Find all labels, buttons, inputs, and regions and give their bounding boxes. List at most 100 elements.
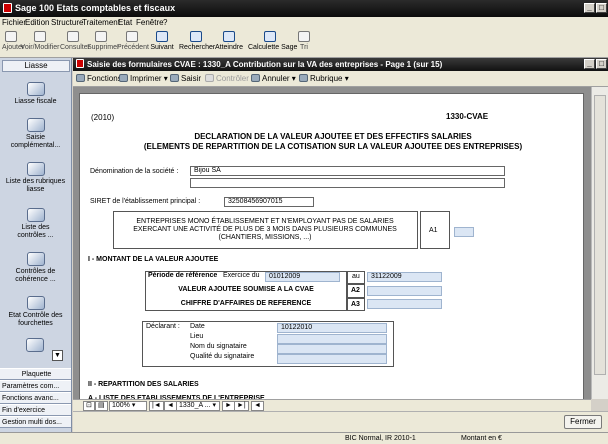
- fermer-button[interactable]: Fermer: [564, 415, 602, 429]
- nom-field[interactable]: [277, 344, 387, 354]
- pencil-icon: [170, 74, 179, 82]
- undo-icon: [251, 74, 260, 82]
- arrow-right-icon: [156, 31, 168, 42]
- precedent-button[interactable]: Précédent: [117, 31, 149, 51]
- menu-structure[interactable]: Structure: [51, 18, 83, 27]
- maximize-icon[interactable]: □: [596, 59, 607, 69]
- page-icon[interactable]: ▤: [95, 401, 108, 411]
- add-icon: [5, 31, 17, 42]
- section1-title: I - MONTANT DE LA VALEUR AJOUTEE: [88, 256, 219, 263]
- sidebar-item-liasse-fiscale[interactable]: Liasse fiscale: [0, 82, 71, 106]
- fonctions-avancees-button[interactable]: Fonctions avanc...: [0, 392, 71, 404]
- denomination-field-2[interactable]: [190, 178, 505, 188]
- minimize-icon[interactable]: _: [584, 59, 595, 69]
- menu-fichier[interactable]: Fichier: [2, 18, 26, 27]
- imprimer-button[interactable]: Imprimer ▾: [119, 74, 168, 83]
- sidebar-item-saisie[interactable]: Saisie complémental...: [0, 118, 71, 150]
- more-icon[interactable]: [26, 338, 44, 352]
- a1-checkbox[interactable]: [454, 227, 474, 237]
- menu-fenetre[interactable]: Fenêtre: [136, 18, 164, 27]
- menu-help[interactable]: ?: [163, 18, 167, 27]
- sidebar-item-coherence[interactable]: Contrôles de cohérence ...: [0, 252, 71, 284]
- a2-code: A2: [351, 287, 360, 294]
- va-field[interactable]: [367, 286, 442, 296]
- document-title: Saisie des formulaires CVAE : 1330_A Con…: [87, 60, 443, 69]
- date-label: Date: [190, 323, 205, 330]
- maximize-icon[interactable]: □: [596, 3, 607, 13]
- qualite-field[interactable]: [277, 354, 387, 364]
- exercice-label: Exercice du: [223, 272, 260, 279]
- voir-modifier-button[interactable]: Voir/Modifier: [20, 31, 60, 51]
- sidebar-item-controles[interactable]: Liste des contrôles ...: [0, 208, 71, 240]
- check-icon: [205, 74, 214, 82]
- menu-etat[interactable]: Etat: [118, 18, 132, 27]
- ca-field[interactable]: [367, 299, 442, 309]
- form-page: (2010) 1330-CVAE DECLARATION DE LA VALEU…: [79, 93, 584, 403]
- parametres-button[interactable]: Paramètres com...: [0, 380, 71, 392]
- tools-icon: [76, 74, 85, 82]
- fin-exercice-button[interactable]: Fin d'exercice: [0, 404, 71, 416]
- document-toolbar: Fonctions ▾ Imprimer ▾ Saisir Contrôler …: [73, 71, 608, 87]
- edit-icon: [34, 31, 46, 42]
- qualite-label: Qualité du signataire: [190, 353, 255, 360]
- minimize-icon[interactable]: _: [584, 3, 595, 13]
- supprimer-button[interactable]: Supprimer: [87, 31, 119, 51]
- calculette-button[interactable]: Calculette Sage: [248, 31, 297, 51]
- first-page-icon[interactable]: |◄: [149, 401, 164, 411]
- menu-traitement[interactable]: Traitement: [82, 18, 120, 27]
- page-navigation-bar: ⊡ ▤ 100% ▾ |◄ ◄ 1330_A ... ▾ ► ►| ◄: [73, 399, 591, 411]
- scrollbar-thumb[interactable]: [594, 95, 606, 375]
- controler-button[interactable]: Contrôler: [205, 74, 249, 83]
- page-select[interactable]: 1330_A ... ▾: [176, 401, 220, 411]
- consulter-button[interactable]: Consulter: [60, 31, 90, 51]
- notice-text: ENTREPRISES MONO ÉTABLISSEMENT ET N'EMPL…: [133, 218, 397, 241]
- ajouter-button[interactable]: Ajouter: [2, 31, 24, 51]
- goto-icon: [223, 31, 235, 42]
- prev-page-icon[interactable]: ◄: [164, 401, 177, 411]
- annuler-button[interactable]: Annuler ▾: [251, 74, 296, 83]
- document-viewport[interactable]: (2010) 1330-CVAE DECLARATION DE LA VALEU…: [73, 87, 591, 403]
- au-label: au: [352, 273, 360, 280]
- siret-field[interactable]: 32508456907015: [224, 197, 314, 207]
- app-titlebar: Sage 100 Etats comptables et fiscaux _ □: [0, 0, 608, 17]
- date-end-field[interactable]: 31122009: [367, 272, 442, 282]
- a3-cell: A3: [347, 298, 365, 311]
- check-icon: [26, 252, 45, 266]
- status-bar: BIC Normal, IR 2010-1 Montant en €: [0, 432, 608, 444]
- lieu-field[interactable]: [277, 334, 387, 344]
- document-titlebar: Saisie des formulaires CVAE : 1330_A Con…: [73, 58, 608, 71]
- sidebar-item-fourchettes[interactable]: Etat Contrôle des fourchettes: [0, 296, 71, 328]
- declarant-date-field[interactable]: 10122010: [277, 323, 387, 333]
- zoom-select[interactable]: 100% ▾: [109, 401, 147, 411]
- au-cell: au: [347, 271, 365, 284]
- last-page-icon[interactable]: ►|: [234, 401, 249, 411]
- rechercher-button[interactable]: Rechercher: [179, 31, 215, 51]
- date-start-field[interactable]: 01012009: [265, 272, 340, 282]
- vertical-scrollbar[interactable]: [591, 87, 608, 399]
- plaquette-button[interactable]: Plaquette: [0, 368, 71, 380]
- sidebar-item-rubriques[interactable]: Liste des rubriques liasse: [0, 162, 71, 194]
- gestion-multi-dossiers-button[interactable]: Gestion multi dos...: [0, 416, 71, 428]
- printer-icon: [119, 74, 128, 82]
- saisir-button[interactable]: Saisir: [170, 74, 201, 83]
- list-icon: [26, 162, 45, 176]
- rubrique-button[interactable]: Rubrique ▾: [299, 74, 349, 83]
- suivant-button[interactable]: Suivant: [149, 31, 175, 51]
- section2-title: II - REPARTITION DES SALARIES: [88, 381, 199, 388]
- sidebar: Liasse Liasse fiscale Saisie complémenta…: [0, 58, 72, 432]
- scroll-left-icon[interactable]: ◄: [251, 401, 264, 411]
- bottom-action-bar: Fermer: [73, 411, 608, 432]
- tri-button[interactable]: Tri: [296, 31, 312, 51]
- periode-label: Période de référence: [148, 272, 218, 279]
- menu-edition[interactable]: Edition: [25, 18, 49, 27]
- chevron-down-icon[interactable]: ▼: [52, 350, 63, 361]
- denomination-field[interactable]: Bijou SA: [190, 166, 505, 176]
- a2-cell: A2: [347, 284, 365, 298]
- fit-icon[interactable]: ⊡: [83, 401, 95, 411]
- menu-bar: Fichier Edition Structure Traitement Eta…: [0, 17, 608, 29]
- next-page-icon[interactable]: ►: [222, 401, 235, 411]
- atteindre-button[interactable]: Atteindre: [214, 31, 244, 51]
- pencil-icon: [26, 118, 45, 132]
- status-right: Montant en €: [461, 435, 502, 442]
- form-code: 1330-CVAE: [446, 112, 489, 121]
